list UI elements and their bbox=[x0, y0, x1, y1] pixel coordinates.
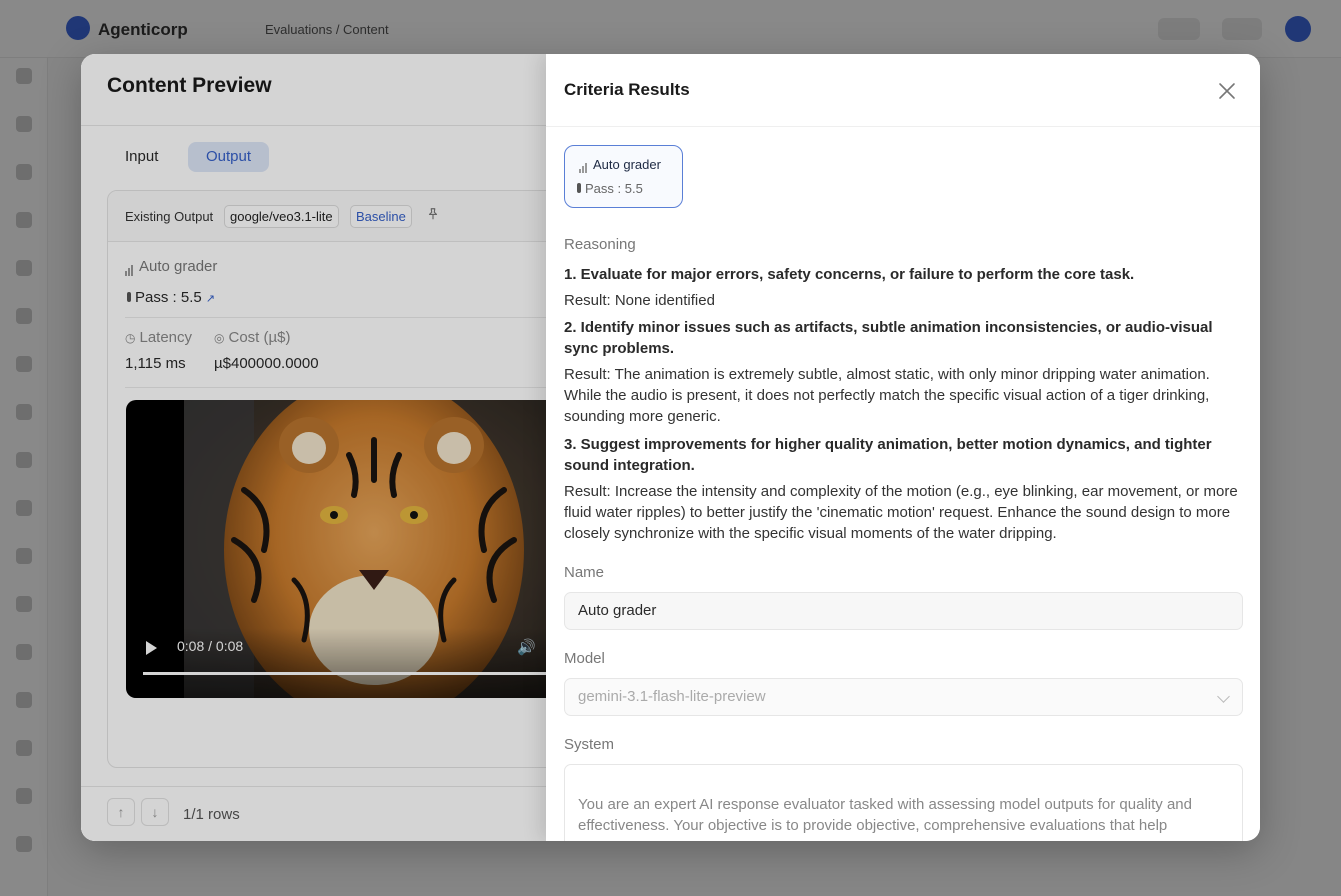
bar-chart-icon bbox=[579, 158, 588, 173]
grader-card-title: Auto grader bbox=[579, 157, 661, 173]
reasoning-item: Result: None identified bbox=[564, 292, 715, 309]
model-select[interactable]: gemini-3.1-flash-lite-preview bbox=[564, 678, 1243, 716]
pass-score[interactable]: Pass : 5.5 ↗ bbox=[127, 289, 215, 306]
system-prompt-field[interactable]: You are an expert AI response evaluator … bbox=[564, 764, 1243, 841]
model-select-value: gemini-3.1-flash-lite-preview bbox=[578, 688, 766, 705]
reasoning-item: 2. Identify minor issues such as artifac… bbox=[564, 319, 1213, 357]
cost-value: µ$400000.0000 bbox=[214, 355, 319, 372]
clock-icon: ◷ bbox=[125, 331, 136, 345]
reasoning-item: Result: Increase the intensity and compl… bbox=[564, 483, 1238, 542]
cost-label: ◎ Cost (µ$) bbox=[214, 329, 291, 346]
pagination-footer: ↑ ↓ 1/1 rows bbox=[81, 786, 546, 841]
video-time: 0:08 / 0:08 bbox=[177, 638, 244, 654]
coins-icon: ◎ bbox=[214, 331, 225, 345]
reasoning-item: 3. Suggest improvements for higher quali… bbox=[564, 436, 1212, 474]
divider bbox=[125, 387, 565, 388]
page-title: Content Preview bbox=[107, 74, 272, 97]
content-preview-pane: Content Preview Input Output Existing Ou… bbox=[81, 54, 578, 841]
latency-label: ◷ Latency bbox=[125, 329, 193, 346]
tab-output[interactable]: Output bbox=[188, 142, 270, 172]
pass-text: Pass : 5.5 bbox=[135, 289, 202, 306]
video-progress-bar[interactable] bbox=[143, 672, 546, 675]
status-dot-icon bbox=[127, 292, 131, 302]
bar-chart-icon bbox=[125, 259, 134, 276]
model-chip: google/veo3.1-lite bbox=[224, 205, 339, 228]
grader-card-pass: Pass : 5.5 bbox=[577, 181, 643, 196]
reasoning-item: Result: The animation is extremely subtl… bbox=[564, 366, 1210, 425]
output-card-header: Existing Output google/veo3.1-lite Basel… bbox=[108, 191, 578, 242]
volume-icon[interactable]: 🔊 bbox=[517, 638, 536, 656]
status-dot-icon bbox=[577, 183, 581, 193]
divider bbox=[125, 317, 565, 318]
divider bbox=[546, 126, 1260, 127]
reasoning-item: 1. Evaluate for major errors, safety con… bbox=[564, 266, 1135, 283]
name-field[interactable]: Auto grader bbox=[564, 592, 1243, 630]
model-label: Model bbox=[564, 650, 605, 667]
reasoning-label: Reasoning bbox=[564, 236, 636, 253]
pin-icon[interactable] bbox=[426, 207, 440, 221]
previous-row-button[interactable]: ↑ bbox=[107, 798, 135, 826]
baseline-badge: Baseline bbox=[350, 205, 412, 228]
chevron-down-icon bbox=[1217, 690, 1230, 703]
video-player[interactable]: 0:08 / 0:08 🔊 bbox=[126, 400, 546, 698]
name-label: Name bbox=[564, 564, 605, 581]
system-prompt-text: You are an expert AI response evaluator … bbox=[578, 796, 1192, 834]
grader-name: Auto grader bbox=[139, 258, 218, 275]
latency-value: 1,115 ms bbox=[125, 355, 186, 372]
next-row-button[interactable]: ↓ bbox=[141, 798, 169, 826]
criteria-results-panel: Criteria Results Auto grader Pass : 5.5 … bbox=[546, 54, 1260, 841]
play-icon[interactable] bbox=[146, 641, 157, 655]
rows-counter: 1/1 rows bbox=[183, 806, 240, 823]
panel-title: Criteria Results bbox=[564, 80, 690, 99]
grader-result-card[interactable]: Auto grader Pass : 5.5 bbox=[564, 145, 683, 208]
external-link-icon[interactable]: ↗ bbox=[206, 293, 215, 305]
grader-row: Auto grader bbox=[125, 258, 217, 276]
divider bbox=[81, 125, 546, 126]
close-icon[interactable] bbox=[1218, 82, 1236, 100]
video-progress-fill bbox=[143, 672, 546, 675]
existing-output-label: Existing Output bbox=[125, 209, 214, 224]
content-preview-modal: Content Preview Input Output Existing Ou… bbox=[81, 54, 1260, 841]
tab-input[interactable]: Input bbox=[107, 142, 176, 172]
system-label: System bbox=[564, 736, 615, 753]
